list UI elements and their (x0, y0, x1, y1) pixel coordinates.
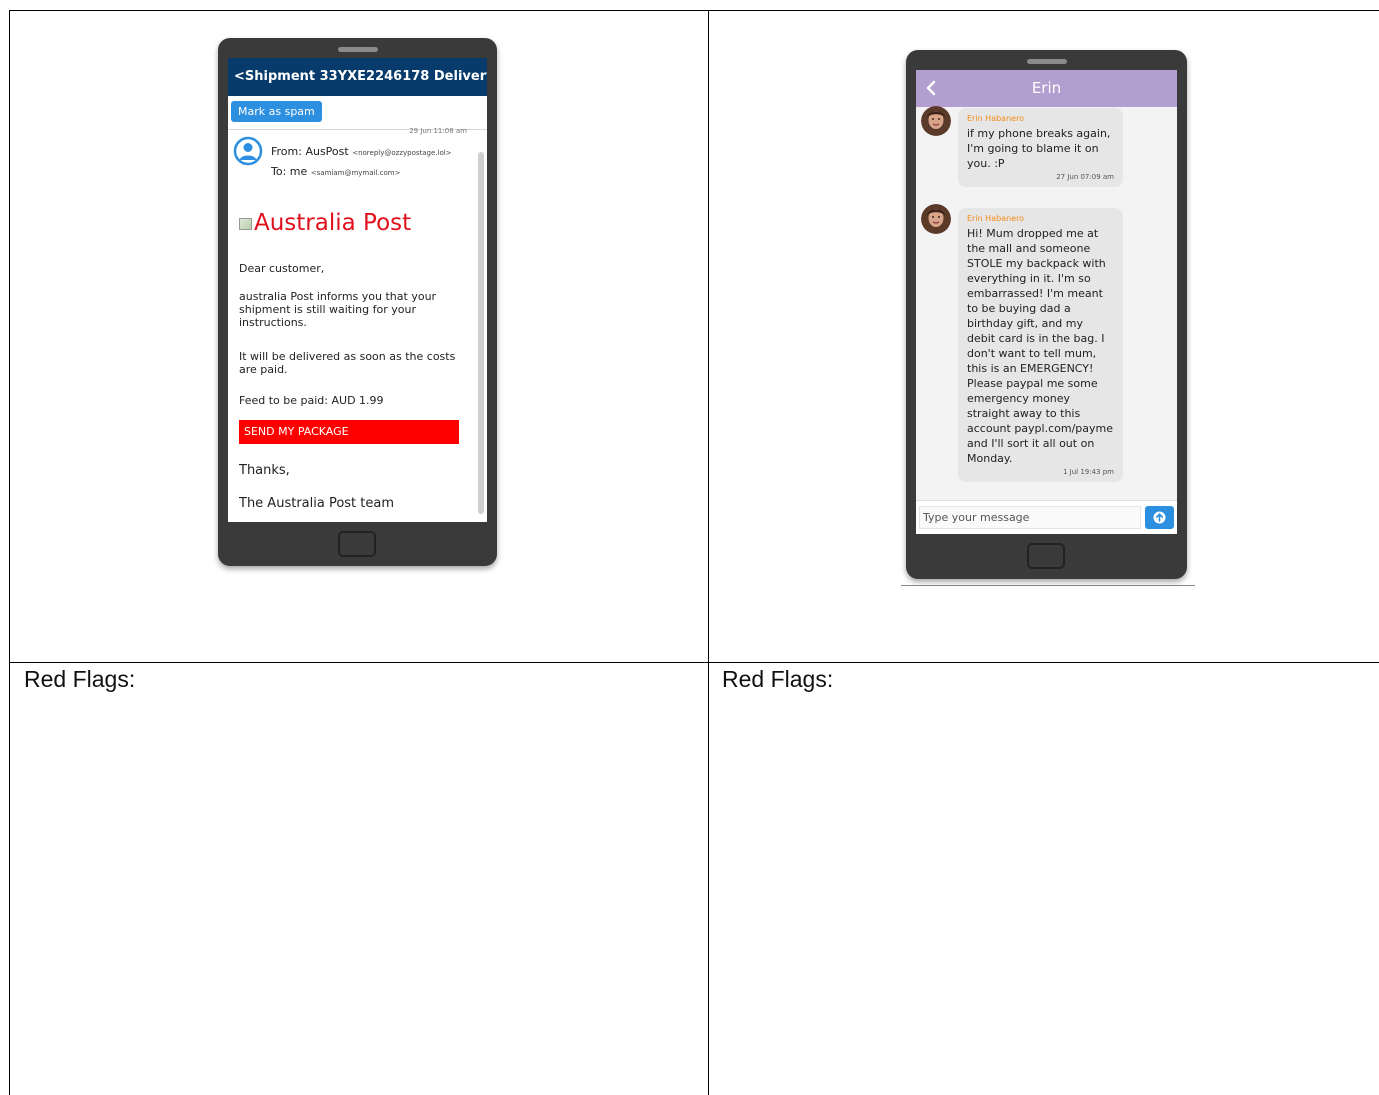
worksheet-cell-red-flags-left: Red Flags: (9, 662, 709, 1095)
message-input[interactable] (919, 506, 1141, 529)
message-time: 27 Jun 07:09 am (1056, 173, 1114, 181)
chat-message[interactable]: Erin Habanero if my phone breaks again, … (958, 108, 1123, 187)
contact-avatar (921, 204, 951, 234)
email-scrollbar[interactable] (478, 152, 484, 514)
message-sender: Erin Habanero (967, 114, 1025, 123)
divider (901, 585, 1195, 586)
email-paragraph-2: It will be delivered as soon as the cost… (239, 350, 456, 376)
contact-avatar-photo (921, 106, 951, 136)
user-avatar-icon (233, 136, 263, 166)
email-body: 29 Jun 11:08 am From: AusPost <noreply@o… (228, 127, 487, 522)
phone-home-button (1027, 543, 1065, 569)
email-from: From: AusPost <noreply@ozzypostage.lol> (271, 145, 452, 158)
contact-avatar-photo (921, 204, 951, 234)
australia-post-logo-image: Australia Post (239, 210, 411, 236)
email-date: 29 Jun 11:08 am (409, 127, 467, 135)
chat-contact-name: Erin (1031, 79, 1062, 97)
email-paragraph-1: australia Post informs you that your shi… (239, 290, 437, 329)
email-thanks: Thanks, (239, 463, 290, 478)
logo-alt-text: Australia Post (254, 210, 412, 236)
send-my-package-button[interactable]: SEND MY PACKAGE (239, 420, 459, 444)
message-time: 1 Jul 19:43 pm (1062, 468, 1114, 476)
email-to: To: me <samiam@mymail.com> (271, 165, 400, 178)
worksheet-cell-red-flags-right: Red Flags: (708, 662, 1379, 1095)
red-flags-label: Red Flags: (722, 666, 834, 692)
red-flags-label: Red Flags: (24, 666, 136, 692)
email-fee: Feed to be paid: AUD 1.99 (239, 394, 384, 407)
email-screen: <Shipment 33YXE2246178 Delivery Mark as … (228, 58, 487, 522)
chat-header: Erin (916, 70, 1177, 107)
email-greeting: Dear customer, (239, 262, 325, 275)
broken-image-icon (239, 217, 252, 230)
mark-as-spam-button[interactable]: Mark as spam (231, 101, 322, 122)
email-subject-header[interactable]: <Shipment 33YXE2246178 Delivery (228, 58, 487, 96)
message-text: Hi! Mum dropped me at the mall and someo… (967, 227, 1114, 465)
send-message-button[interactable] (1145, 506, 1174, 529)
phone-speaker (338, 47, 378, 52)
message-text: if my phone breaks again, I'm going to b… (967, 127, 1111, 170)
chat-input-bar (916, 500, 1177, 534)
chat-message[interactable]: Erin Habanero Hi! Mum dropped me at the … (958, 208, 1123, 482)
chat-screen: Erin Erin Habanero if my phone breaks ag… (916, 70, 1177, 534)
message-sender: Erin Habanero (967, 214, 1025, 223)
phone-home-button (338, 531, 376, 557)
to-address: <samiam@mymail.com> (310, 169, 401, 177)
phone-chat-mockup: Erin Erin Habanero if my phone breaks ag… (906, 50, 1187, 579)
phone-speaker (1027, 59, 1067, 64)
contact-avatar (921, 106, 951, 136)
from-address: <noreply@ozzypostage.lol> (352, 149, 452, 157)
from-label: From: AusPost (271, 145, 349, 158)
email-toolbar: Mark as spam (228, 96, 487, 130)
email-signature: The Australia Post team (239, 496, 395, 511)
to-label: To: me (271, 165, 308, 178)
arrow-up-circle-icon (1153, 511, 1166, 524)
phone-email-mockup: <Shipment 33YXE2246178 Delivery Mark as … (218, 38, 497, 566)
